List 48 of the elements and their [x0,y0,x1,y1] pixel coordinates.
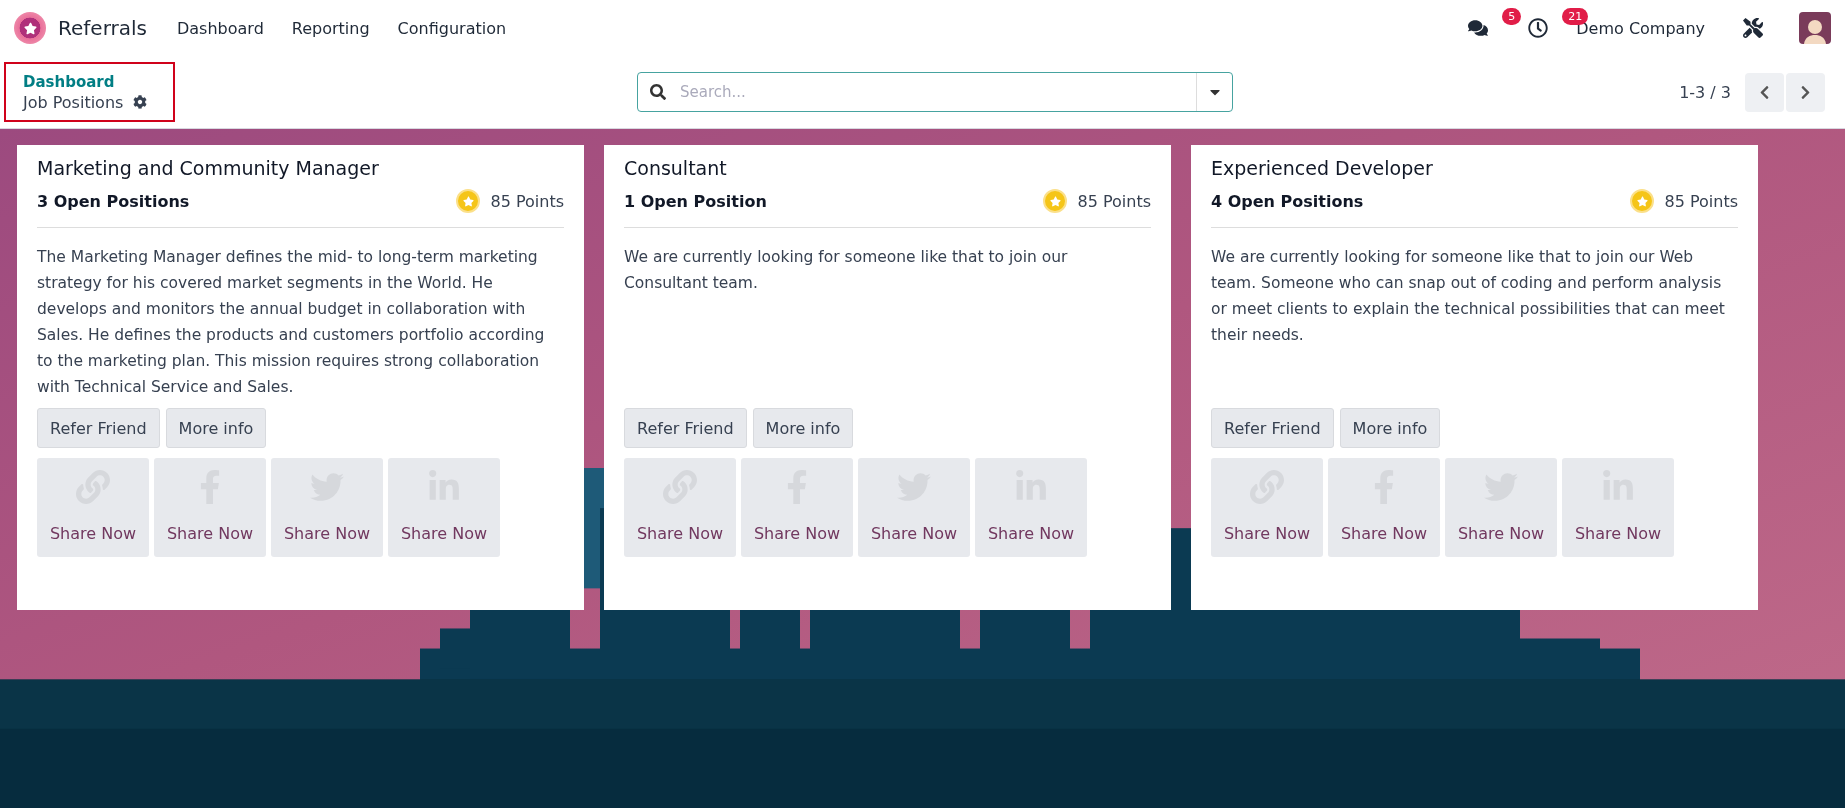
tools-icon[interactable] [1743,18,1763,38]
open-positions-count: 4 Open Positions [1211,191,1364,211]
app-name: Referrals [58,16,147,40]
points-value: 85 Points [490,191,564,211]
app-logo-icon[interactable] [14,12,46,44]
breadcrumb-current: Job Positions [23,92,124,112]
pager-value[interactable]: 1-3 / 3 [1679,82,1731,102]
job-title: Marketing and Community Manager [37,157,380,179]
notification-badge: 5 [1502,8,1522,25]
share-button[interactable]: Share Now [1328,458,1440,557]
action-button[interactable]: Refer Friend [1211,408,1334,448]
action-button[interactable]: Refer Friend [37,408,160,448]
star-coin-icon [1043,189,1068,213]
share-button[interactable]: Share Now [37,458,149,557]
menu-item[interactable]: Reporting [279,18,382,38]
search-icon [650,84,666,100]
action-button[interactable]: More info [165,408,267,448]
points-value: 85 Points [1077,191,1151,211]
job-title: Experienced Developer [1211,157,1434,179]
menu-item[interactable]: Dashboard [165,18,276,38]
action-button[interactable]: More info [752,408,854,448]
share-button[interactable]: Share Now [271,458,383,557]
share-button[interactable]: Share Now [975,458,1087,557]
star-coin-icon [456,189,481,213]
settings-icon[interactable] [133,95,148,109]
job-description: The Marketing Manager defines the mid- to long-term marketing strategy for his covered market segments in the World. He develops and monitors the annual budget in collaboration with Sales. He defines the products and customers portfolio according to the marketing plan. This mission requires strong collaboration with Technical Service and Sales. [37,247,546,398]
share-button[interactable]: Share Now [388,458,500,557]
share-button[interactable]: Share Now [1211,458,1323,557]
job-description: We are currently looking for someone like that to join our Consultant team. [624,247,1069,294]
star-coin-icon [1630,189,1655,213]
job-title: Consultant [624,157,728,179]
job-description: We are currently looking for someone like that to join our Web team. Someone who can snap out of coding and perform analysis or meet clients to explain the technical possibilities that can meet their needs. [1211,247,1726,346]
action-button[interactable]: Refer Friend [624,408,747,448]
previous-button[interactable] [1745,72,1784,112]
share-button[interactable]: Share Now [154,458,266,557]
share-button[interactable]: Share Now [624,458,736,557]
action-button[interactable]: More info [1339,408,1441,448]
share-button[interactable]: Share Now [858,458,970,557]
breadcrumb-link[interactable]: Dashboard [23,72,173,91]
share-button[interactable]: Share Now [741,458,853,557]
user-avatar[interactable] [1799,12,1831,44]
menu-item[interactable]: Configuration [385,18,519,38]
share-button[interactable]: Share Now [1445,458,1557,557]
next-button[interactable] [1786,72,1825,112]
share-button[interactable]: Share Now [1562,458,1674,557]
open-positions-count: 1 Open Position [624,191,767,211]
open-positions-count: 3 Open Positions [37,191,190,211]
points-value: 85 Points [1664,191,1738,211]
